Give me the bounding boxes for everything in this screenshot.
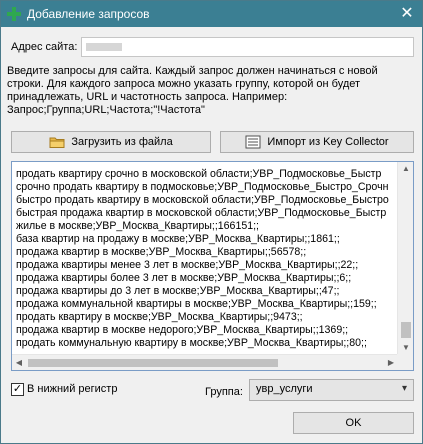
query-line: продажа коммунальной квартиры в москве;У… [16, 298, 377, 310]
ok-button[interactable]: OK [293, 412, 414, 434]
chevron-down-icon: ▾ [401, 383, 407, 394]
lowercase-label: В нижний регистр [27, 383, 118, 395]
instructions-text: Введите запросы для сайта. Каждый запрос… [7, 65, 378, 116]
query-line: продажа квартир в москве;УВР_Москва_Квар… [16, 246, 307, 258]
vertical-scroll-thumb[interactable] [401, 322, 411, 338]
query-line: база квартир на продажу в москве;УВР_Мос… [16, 233, 340, 245]
queries-lines: продать квартиру срочно в московской обл… [16, 168, 400, 350]
group-select[interactable]: увр_услуги ▾ [249, 379, 414, 401]
window-title: Добавление запросов [27, 7, 150, 21]
query-line: продажа квартир в москве недорого;УВР_Мо… [16, 324, 349, 336]
query-line: жилье в москве;УВР_Москва_Квартиры;;1661… [16, 220, 260, 232]
group-label: Группа: [205, 386, 243, 398]
scroll-right-arrow-icon[interactable]: ▶ [384, 355, 398, 370]
folder-icon [49, 137, 65, 148]
site-label: Адрес сайта: [11, 41, 78, 53]
plus-icon [7, 7, 21, 21]
load-from-file-label: Загрузить из файла [71, 136, 173, 148]
query-line: продать коммунальную квартиру в москве;У… [16, 337, 367, 349]
group-select-value: увр_услуги [256, 383, 313, 395]
import-key-collector-button[interactable]: Импорт из Key Collector [220, 131, 414, 153]
import-icon [245, 135, 261, 149]
query-line: быстрая продажа квартир в московской обл… [16, 207, 387, 219]
import-key-collector-label: Импорт из Key Collector [267, 136, 389, 148]
query-line: продажа квартиры до 3 лет в москве;УВР_М… [16, 285, 340, 297]
site-address-input[interactable] [81, 37, 414, 57]
query-line: продать квартиру в москве;УВР_Москва_Ква… [16, 311, 303, 323]
close-button[interactable]: ✕ [398, 5, 416, 23]
vertical-scrollbar[interactable]: ▲ ▼ [397, 162, 413, 355]
scroll-corner [397, 354, 413, 370]
scroll-down-arrow-icon[interactable]: ▼ [398, 341, 413, 355]
lowercase-checkbox[interactable]: ✓ [11, 383, 24, 396]
horizontal-scrollbar[interactable]: ◀ ▶ [12, 354, 398, 370]
query-line: срочно продать квартиру в подмосковье;УВ… [16, 181, 389, 193]
query-line: продать квартиру срочно в московской обл… [16, 168, 382, 180]
horizontal-scroll-thumb[interactable] [28, 359, 278, 367]
add-queries-dialog: Добавление запросов ✕ Адрес сайта: Введи… [0, 0, 423, 444]
queries-textarea[interactable]: продать квартиру срочно в московской обл… [11, 161, 414, 371]
scroll-left-arrow-icon[interactable]: ◀ [12, 355, 26, 370]
title-bar: Добавление запросов ✕ [1, 1, 422, 27]
query-line: быстро продать квартиру в московской обл… [16, 194, 389, 206]
load-from-file-button[interactable]: Загрузить из файла [11, 131, 211, 153]
site-address-redacted [86, 43, 122, 51]
query-line: продажа квартиры менее 3 лет в москве;УВ… [16, 259, 359, 271]
scroll-up-arrow-icon[interactable]: ▲ [398, 162, 413, 176]
query-line: продажа квартиры более 3 лет в москве;УВ… [16, 272, 352, 284]
